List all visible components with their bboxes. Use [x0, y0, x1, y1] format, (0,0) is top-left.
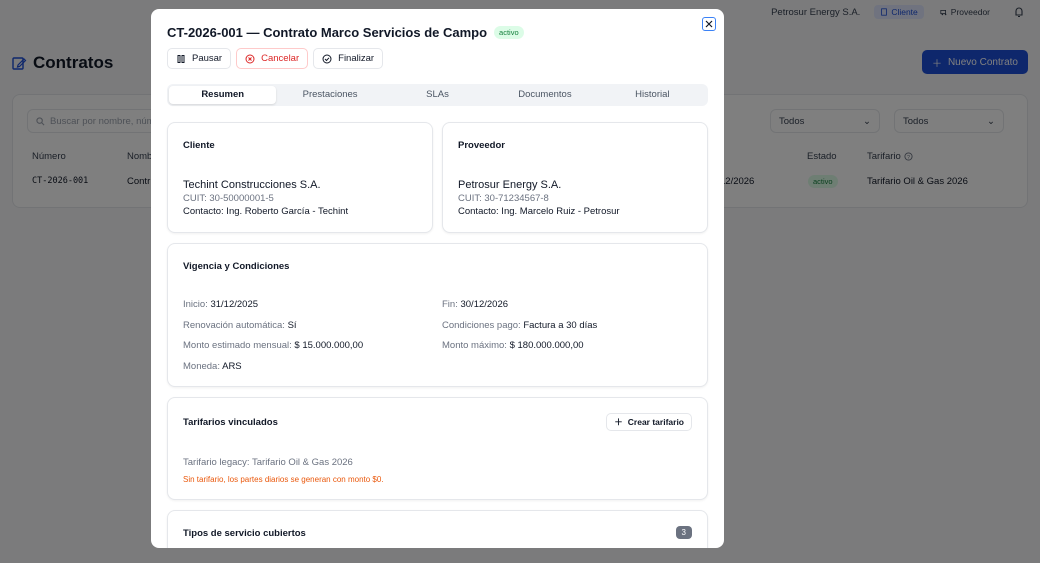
start-date-value: 31/12/2025 — [210, 299, 259, 310]
provider-cuit: CUIT: 30-71234567-8 — [458, 193, 549, 204]
modal-title: CT-2026-001 — Contrato Marco Servicios d… — [167, 24, 488, 40]
payment-terms-field: Condiciones pago: Factura a 30 días — [442, 320, 597, 331]
service-types-card: Tipos de servicio cubiertos 3 — [167, 510, 708, 548]
close-icon — [705, 20, 713, 28]
finish-button[interactable]: Finalizar — [313, 48, 384, 69]
status-badge: activo — [494, 25, 524, 39]
close-button[interactable] — [702, 17, 716, 31]
max-amount-field: Monto máximo: $ 180.000.000,00 — [442, 340, 584, 351]
max-amount-value: $ 180.000.000,00 — [509, 340, 584, 351]
provider-heading: Proveedor — [458, 140, 505, 151]
max-amount-label: Monto máximo: — [442, 340, 507, 351]
pause-icon — [177, 54, 185, 63]
rate-card-warning: Sin tarifario, los partes diarios se gen… — [183, 475, 384, 484]
end-date-field: Fin: 30/12/2026 — [442, 299, 508, 310]
currency-value: ARS — [222, 361, 242, 372]
terms-heading: Vigencia y Condiciones — [183, 261, 290, 272]
tab-resumen[interactable]: Resumen — [169, 86, 277, 104]
provider-contact: Contacto: Ing. Marcelo Ruiz - Petrosur — [458, 206, 620, 217]
start-date-label: Inicio: — [183, 299, 208, 310]
contract-detail-modal: CT-2026-001 — Contrato Marco Servicios d… — [151, 9, 724, 548]
pause-label: Pausar — [192, 53, 223, 64]
create-rate-card-label: Crear tarifario — [627, 417, 684, 427]
currency-label: Moneda: — [183, 361, 220, 372]
check-circle-icon — [322, 54, 332, 63]
terms-card: Vigencia y Condiciones Inicio: 31/12/202… — [167, 243, 708, 387]
pause-button[interactable]: Pausar — [167, 48, 232, 69]
action-bar: Pausar Cancelar Finalizar — [167, 48, 384, 69]
cancel-label: Cancelar — [261, 53, 300, 64]
plus-icon: ＋ — [614, 417, 623, 427]
client-cuit: CUIT: 30-50000001-5 — [183, 193, 274, 204]
end-date-value: 30/12/2026 — [460, 299, 509, 310]
rate-cards-heading: Tarifarios vinculados — [183, 417, 278, 428]
tab-historial[interactable]: Historial — [599, 86, 706, 104]
auto-renewal-label: Renovación automática: — [183, 320, 285, 331]
x-circle-icon — [245, 54, 255, 63]
service-types-heading: Tipos de servicio cubiertos — [183, 528, 306, 539]
create-rate-card-button[interactable]: ＋ Crear tarifario — [606, 413, 692, 431]
cancel-button[interactable]: Cancelar — [236, 48, 309, 69]
tab-slas[interactable]: SLAs — [384, 86, 491, 104]
payment-terms-value: Factura a 30 días — [523, 320, 598, 331]
auto-renewal-value: Sí — [287, 320, 297, 331]
finish-label: Finalizar — [338, 53, 375, 64]
tab-prestaciones[interactable]: Prestaciones — [276, 86, 383, 104]
payment-terms-label: Condiciones pago: — [442, 320, 521, 331]
auto-renewal-field: Renovación automática: Sí — [183, 320, 297, 331]
rate-cards-card: Tarifarios vinculados ＋ Crear tarifario … — [167, 397, 708, 500]
client-card: Cliente Techint Construcciones S.A. CUIT… — [167, 122, 433, 233]
tab-documentos[interactable]: Documentos — [491, 86, 598, 104]
client-name: Techint Construcciones S.A. — [183, 179, 321, 191]
provider-card: Proveedor Petrosur Energy S.A. CUIT: 30-… — [442, 122, 708, 233]
monthly-amount-field: Monto estimado mensual: $ 15.000.000,00 — [183, 340, 363, 351]
provider-name: Petrosur Energy S.A. — [458, 179, 562, 191]
modal-header: CT-2026-001 — Contrato Marco Servicios d… — [167, 23, 708, 41]
monthly-amount-label: Monto estimado mensual: — [183, 340, 292, 351]
client-contact: Contacto: Ing. Roberto García - Techint — [183, 206, 349, 217]
tab-bar: Resumen Prestaciones SLAs Documentos His… — [167, 84, 708, 106]
end-date-label: Fin: — [442, 299, 458, 310]
monthly-amount-value: $ 15.000.000,00 — [294, 340, 364, 351]
legacy-rate-card: Tarifario legacy: Tarifario Oil & Gas 20… — [183, 457, 353, 468]
start-date-field: Inicio: 31/12/2025 — [183, 299, 258, 310]
currency-field: Moneda: ARS — [183, 361, 242, 372]
client-heading: Cliente — [183, 140, 215, 151]
service-types-count-badge: 3 — [675, 526, 692, 539]
